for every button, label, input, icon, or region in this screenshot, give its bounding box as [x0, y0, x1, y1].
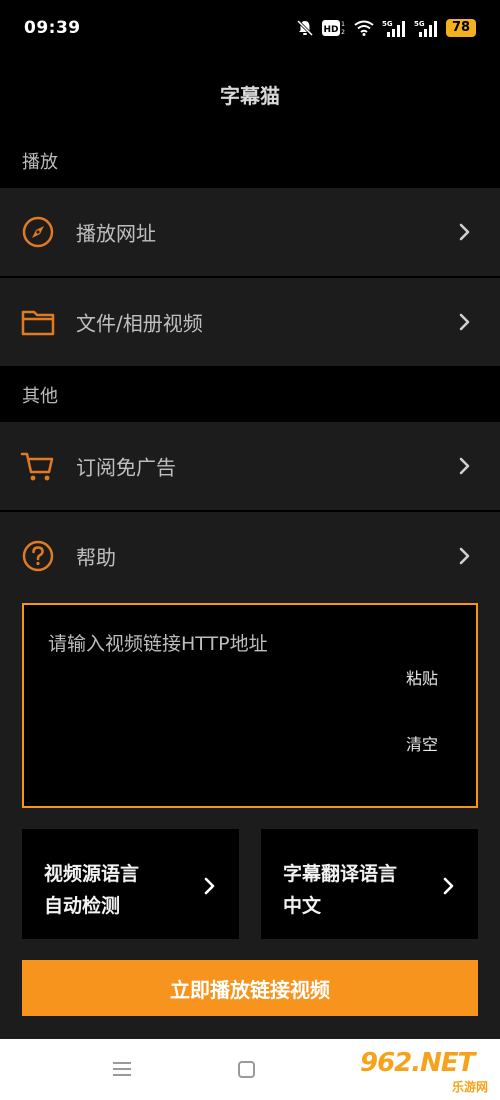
- source-language-value: 自动检测: [44, 895, 121, 917]
- section-label-other: 其他: [22, 386, 58, 407]
- hd-icon: HD 1 2: [322, 19, 346, 37]
- menu-item-file-video[interactable]: 文件/相册视频: [0, 278, 500, 366]
- section-label-play: 播放: [22, 152, 58, 173]
- svg-text:5G: 5G: [382, 20, 393, 28]
- target-language-value: 中文: [283, 895, 322, 917]
- svg-text:2: 2: [341, 29, 345, 36]
- chevron-right-icon: [442, 876, 456, 896]
- menu-item-label: 帮助: [76, 545, 116, 570]
- menu-item-play-url[interactable]: 播放网址: [0, 188, 500, 276]
- help-icon: [20, 538, 56, 574]
- compass-icon: [20, 214, 56, 250]
- battery-icon: 78: [446, 19, 476, 37]
- target-language-selector[interactable]: 字幕翻译语言 中文: [261, 829, 478, 939]
- url-input-placeholder[interactable]: 请输入视频链接HTTP地址: [48, 629, 268, 656]
- cart-icon: [20, 448, 56, 484]
- target-language-title: 字幕翻译语言: [283, 863, 398, 885]
- app-screen: 09:39 HD 1 2 5G 5G 78 字幕猫 播放 播放网址 文件/相册视…: [0, 0, 500, 1100]
- status-bar: 09:39 HD 1 2 5G 5G 78: [0, 0, 500, 56]
- watermark-subtitle: 乐游网: [451, 1080, 488, 1094]
- status-time: 09:39: [24, 18, 81, 38]
- play-link-video-button[interactable]: 立即播放链接视频: [22, 960, 478, 1016]
- watermark-brand: 962.NET: [360, 1048, 475, 1078]
- 5g-signal-icon: 5G: [382, 19, 406, 37]
- folder-icon: [20, 304, 56, 340]
- menu-item-help[interactable]: 帮助: [0, 512, 500, 581]
- menu-item-subscribe[interactable]: 订阅免广告: [0, 422, 500, 510]
- status-icons: HD 1 2 5G 5G 78: [296, 19, 476, 37]
- menu-item-label: 文件/相册视频: [76, 311, 203, 336]
- menu-item-label: 订阅免广告: [76, 455, 176, 480]
- paste-button[interactable]: 粘贴: [406, 665, 438, 689]
- chevron-right-icon: [458, 312, 472, 332]
- source-language-title: 视频源语言: [44, 863, 140, 885]
- page-title: 字幕猫: [220, 84, 280, 108]
- wifi-icon: [354, 20, 374, 36]
- chevron-right-icon: [203, 876, 217, 896]
- svg-text:1: 1: [341, 21, 345, 28]
- home-icon[interactable]: [238, 1061, 255, 1082]
- 5g-signal-icon: 5G: [414, 19, 438, 37]
- chevron-right-icon: [458, 222, 472, 242]
- source-language-selector[interactable]: 视频源语言 自动检测: [22, 829, 239, 939]
- chevron-right-icon: [458, 546, 472, 566]
- menu-item-label: 播放网址: [76, 221, 156, 246]
- bell-muted-icon: [296, 19, 314, 37]
- clear-button[interactable]: 清空: [406, 731, 438, 755]
- menu-icon[interactable]: [113, 1061, 131, 1081]
- chevron-right-icon: [458, 456, 472, 476]
- url-input-box[interactable]: 请输入视频链接HTTP地址 粘贴 清空: [22, 603, 478, 808]
- svg-text:5G: 5G: [414, 20, 425, 28]
- svg-text:HD: HD: [323, 25, 338, 35]
- watermark-logo: 962.NET 乐游网: [360, 1048, 490, 1094]
